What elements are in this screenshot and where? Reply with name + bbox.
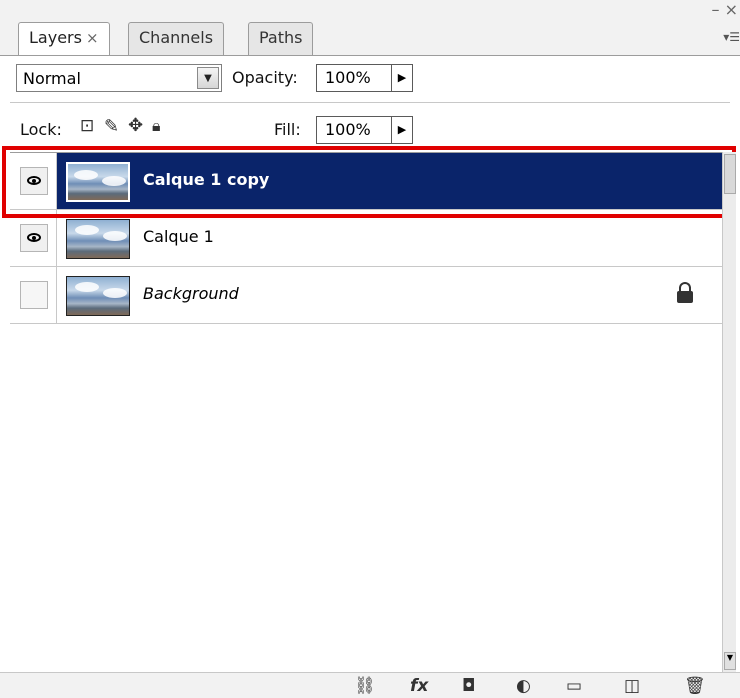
fx-icon[interactable]: fx [410,676,428,696]
cloud-shape [75,225,99,235]
layer-name[interactable]: Calque 1 [143,227,214,246]
layer-thumbnail[interactable] [66,276,130,316]
tab-layers-label: Layers [29,28,82,47]
blend-mode-value: Normal [23,69,81,88]
eye-box-empty [20,281,48,309]
tab-layers[interactable]: Layers × [18,22,110,58]
tab-channels-label: Channels [139,28,214,47]
chevron-down-icon[interactable]: ▼ [197,67,219,89]
minimize-icon[interactable]: – × [712,0,739,19]
layer-row[interactable]: Calque 1 [10,210,722,267]
tab-paths[interactable]: Paths [248,22,314,56]
cloud-shape [103,231,127,241]
layer-row[interactable]: Background [10,267,722,324]
eye-box [20,224,48,252]
scrollbar-thumb[interactable] [724,154,736,194]
lock-icon[interactable]: 🔒︎ [152,116,161,136]
layer-controls: Normal ▼ Opacity: 100% ▶ Lock: ⊡ ✎ ✥ 🔒︎ … [0,56,740,152]
trash-icon[interactable]: 🗑︎ [684,676,706,696]
layer-thumbnail[interactable] [66,219,130,259]
tab-paths-label: Paths [259,28,303,47]
selection-highlight-outline [2,146,736,218]
tab-channels[interactable]: Channels [128,22,225,56]
move-icon[interactable]: ✥ [128,115,143,136]
cloud-shape [75,282,99,292]
checker-icon[interactable]: ⊡ [80,116,94,136]
divider [10,102,730,103]
lock-label: Lock: [20,120,62,139]
brush-icon[interactable]: ✎ [104,116,119,137]
layer-lock-icon [676,282,694,304]
adjustment-icon[interactable]: ◐ [516,676,531,696]
visibility-toggle[interactable] [10,210,57,266]
layers-footer: ⛓ fx ◘ ◐ ▭ ◫ 🗑︎ [0,672,740,698]
eye-icon [27,233,41,242]
fill-slider-arrow-icon[interactable]: ▶ [391,116,413,144]
layer-name[interactable]: Background [143,284,239,303]
mask-icon[interactable]: ◘ [462,676,475,696]
tab-bar: Layers × Channels Paths – × ▾☰ [0,0,740,58]
panel-menu-icon[interactable]: ▾☰ [723,30,740,44]
opacity-input[interactable]: 100% [316,64,392,92]
close-icon[interactable]: × [86,29,99,47]
scrollbar[interactable]: ▼ [722,152,736,672]
fill-label: Fill: [274,120,301,139]
layer-list: Calque 1 copy Calque 1 Background [10,152,722,672]
folder-icon[interactable]: ▭ [566,676,582,696]
link-icon[interactable]: ⛓ [354,676,376,696]
layers-panel: Layers × Channels Paths – × ▾☰ Normal ▼ O… [0,0,740,698]
scroll-down-icon[interactable]: ▼ [724,652,736,670]
opacity-label: Opacity: [232,68,298,87]
cloud-shape [103,288,127,298]
new-layer-icon[interactable]: ◫ [624,676,640,696]
fill-input[interactable]: 100% [316,116,392,144]
blend-mode-select[interactable]: Normal ▼ [16,64,222,92]
opacity-slider-arrow-icon[interactable]: ▶ [391,64,413,92]
visibility-toggle[interactable] [10,267,57,323]
lock-body [677,291,693,303]
